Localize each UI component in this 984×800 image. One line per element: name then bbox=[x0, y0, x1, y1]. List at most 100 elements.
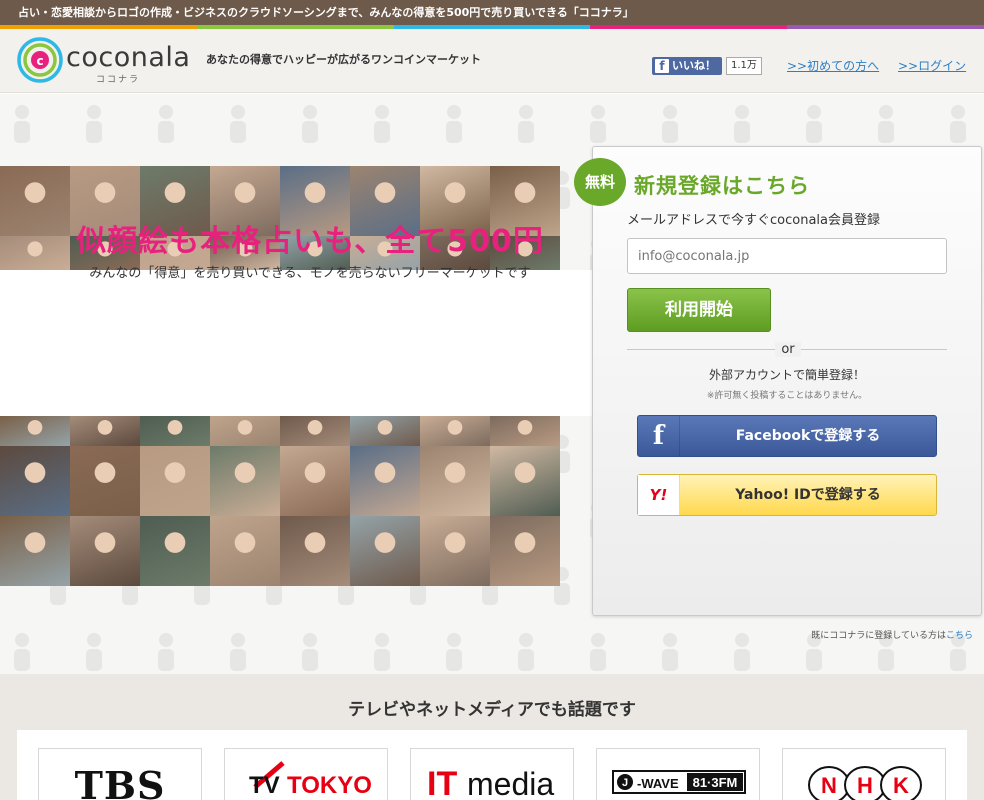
nhk-logo-icon: N H K bbox=[808, 766, 922, 800]
user-photo-grid-bottom bbox=[0, 416, 592, 586]
user-photo bbox=[140, 446, 210, 516]
email-input[interactable] bbox=[627, 238, 947, 274]
pattern-figure-icon bbox=[374, 633, 390, 671]
external-account-note: ※許可無く投稿することはありません。 bbox=[706, 391, 868, 401]
itmedia-logo: IT media bbox=[410, 748, 574, 800]
facebook-like-button[interactable]: f いいね！ bbox=[652, 57, 722, 75]
svg-text:-WAVE: -WAVE bbox=[637, 776, 679, 791]
pattern-figure-icon bbox=[374, 105, 390, 143]
svg-text:J: J bbox=[622, 777, 628, 789]
tv-tokyo-logo: TV TOKYO bbox=[224, 748, 388, 800]
already-text: 既にココナラに登録している方は bbox=[811, 631, 946, 641]
brand-name[interactable]: coconala bbox=[66, 42, 190, 73]
already-link[interactable]: こちら bbox=[946, 631, 973, 641]
j-wave-logo-icon: J -WAVE 81·3FM bbox=[612, 770, 746, 794]
hero-title: 似顔絵も本格占いも、全て500円 bbox=[76, 224, 544, 259]
pattern-figure-icon bbox=[518, 105, 534, 143]
yahoo-signup-button[interactable]: Y! Yahoo! IDで登録する bbox=[637, 474, 937, 516]
hero-subtitle: みんなの「得意」を売り買いできる、モノを売らないフリーマーケットです bbox=[89, 266, 531, 281]
hero-band bbox=[0, 270, 592, 416]
facebook-signup-label: Facebookで登録する bbox=[735, 428, 881, 444]
itmedia-logo-icon: IT media bbox=[427, 765, 554, 800]
start-button[interactable]: 利用開始 bbox=[627, 288, 771, 332]
tagline: あなたの得意でハッピーが広がるワンコインマーケット bbox=[206, 53, 481, 66]
media-title: テレビやネットメディアでも話題です bbox=[348, 700, 636, 720]
yahoo-signup-label: Yahoo! IDで登録する bbox=[735, 487, 881, 503]
user-photo bbox=[0, 516, 70, 586]
nhk-logo: N H K bbox=[782, 748, 946, 800]
pattern-figure-icon bbox=[734, 105, 750, 143]
pattern-figure-icon bbox=[446, 633, 462, 671]
user-photo bbox=[0, 446, 70, 516]
svg-text:81·3FM: 81·3FM bbox=[693, 775, 738, 790]
user-photo bbox=[280, 416, 350, 446]
pattern-figure-icon bbox=[14, 633, 30, 671]
facebook-icon: f bbox=[655, 59, 669, 73]
signup-title: 新規登録はこちら bbox=[634, 174, 810, 198]
user-photo bbox=[210, 516, 280, 586]
user-photo bbox=[210, 446, 280, 516]
external-account-label: 外部アカウントで簡単登録！ bbox=[708, 368, 865, 382]
pattern-figure-icon bbox=[950, 105, 966, 143]
tv-tokyo-logo-icon: TV TOKYO bbox=[249, 761, 372, 799]
pattern-figure-icon bbox=[86, 105, 102, 143]
yahoo-icon: Y! bbox=[638, 475, 680, 515]
user-photo bbox=[70, 446, 140, 516]
svg-text:N: N bbox=[821, 773, 837, 798]
like-count: 1.1万 bbox=[726, 57, 762, 75]
pattern-figure-icon bbox=[230, 633, 246, 671]
user-photo bbox=[140, 416, 210, 446]
login-link[interactable]: >>ログイン bbox=[898, 57, 966, 74]
pattern-figure-icon bbox=[446, 105, 462, 143]
user-photo bbox=[280, 516, 350, 586]
already-registered: 既にココナラに登録している方はこちら bbox=[593, 628, 973, 641]
tbs-logo: TBS bbox=[38, 748, 202, 800]
user-photo bbox=[490, 516, 560, 586]
user-photo bbox=[490, 416, 560, 446]
j-wave-logo: J -WAVE 81·3FM bbox=[596, 748, 760, 800]
tbs-logo-text: TBS bbox=[74, 763, 166, 800]
user-photo bbox=[420, 416, 490, 446]
svg-text:TOKYO: TOKYO bbox=[287, 772, 372, 799]
like-label: いいね！ bbox=[672, 59, 716, 72]
coconala-logo-icon[interactable]: c bbox=[17, 37, 63, 83]
svg-text:H: H bbox=[857, 773, 873, 798]
pattern-figure-icon bbox=[14, 105, 30, 143]
top-banner: 占い・恋愛相談からロゴの作成・ビジネスのクラウドソーシングまで、みんなの得意を5… bbox=[0, 0, 984, 25]
first-time-link[interactable]: >>初めての方へ bbox=[787, 57, 879, 74]
free-badge: 無料 bbox=[574, 158, 626, 206]
signup-lead: メールアドレスで今すぐcoconala会員登録 bbox=[627, 213, 880, 228]
svg-text:c: c bbox=[36, 54, 43, 68]
svg-text:K: K bbox=[893, 773, 909, 798]
pattern-figure-icon bbox=[878, 105, 894, 143]
svg-text:IT: IT bbox=[427, 765, 457, 800]
user-photo bbox=[350, 516, 420, 586]
user-photo bbox=[420, 516, 490, 586]
facebook-icon: f bbox=[638, 416, 680, 456]
svg-text:media: media bbox=[467, 766, 554, 800]
pattern-figure-icon bbox=[662, 105, 678, 143]
user-photo bbox=[490, 446, 560, 516]
pattern-figure-icon bbox=[590, 105, 606, 143]
facebook-signup-button[interactable]: f Facebookで登録する bbox=[637, 415, 937, 457]
pattern-figure-icon bbox=[806, 105, 822, 143]
pattern-figure-icon bbox=[302, 105, 318, 143]
pattern-figure-icon bbox=[230, 105, 246, 143]
svg-text:TV: TV bbox=[249, 772, 280, 799]
user-photo bbox=[70, 416, 140, 446]
pattern-figure-icon bbox=[158, 633, 174, 671]
user-photo bbox=[140, 516, 210, 586]
or-label: or bbox=[775, 342, 801, 357]
user-photo bbox=[350, 416, 420, 446]
pattern-figure-icon bbox=[86, 633, 102, 671]
user-photo bbox=[70, 516, 140, 586]
user-photo bbox=[280, 446, 350, 516]
brand-subtitle: ココナラ bbox=[96, 75, 141, 85]
user-photo bbox=[420, 446, 490, 516]
pattern-figure-icon bbox=[158, 105, 174, 143]
pattern-figure-icon bbox=[518, 633, 534, 671]
user-photo bbox=[0, 416, 70, 446]
pattern-figure-icon bbox=[302, 633, 318, 671]
user-photo bbox=[350, 446, 420, 516]
user-photo bbox=[210, 416, 280, 446]
